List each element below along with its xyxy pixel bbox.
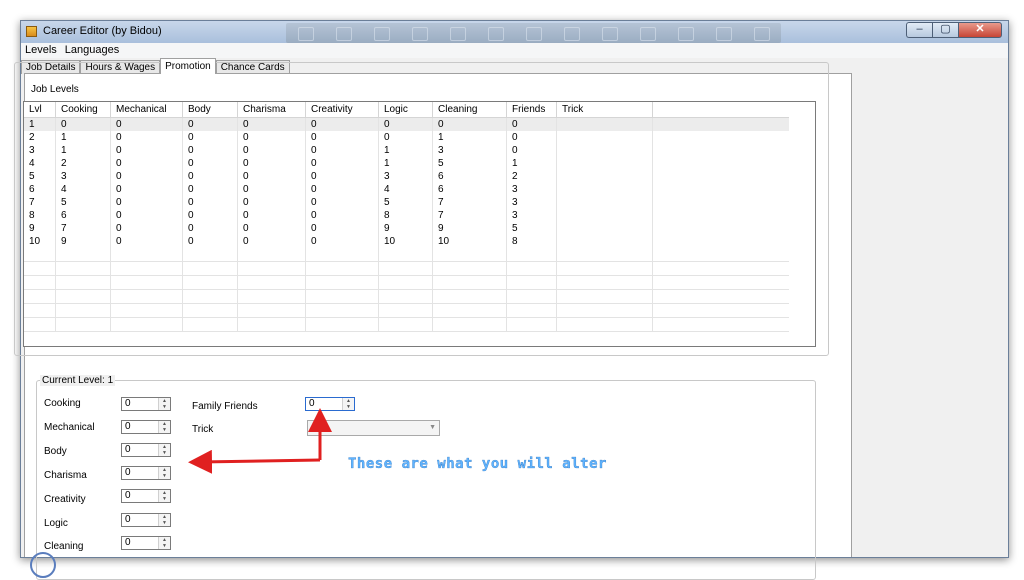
annotation-arrows (188, 408, 332, 474)
left-arrow (188, 449, 321, 474)
annotation-text: These are what you will alter (348, 456, 607, 472)
start-orb-icon (30, 552, 56, 578)
tab-promotion[interactable]: Promotion (160, 58, 216, 74)
